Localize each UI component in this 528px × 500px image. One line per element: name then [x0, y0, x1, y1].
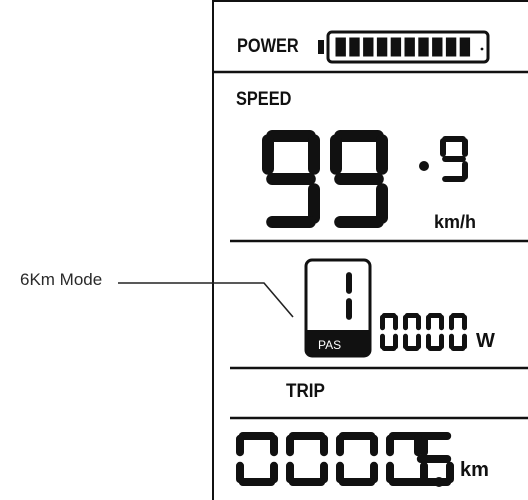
- pas-level-digit: [346, 272, 352, 320]
- display-svg: [118, 0, 528, 500]
- speed-digit-1-segment-g: [334, 173, 384, 185]
- trip-digit-0-segment-d: [238, 478, 276, 486]
- callout-label-6km-mode: 6Km Mode: [20, 270, 103, 289]
- speed-digit-0: [262, 130, 320, 228]
- trip-digit-2-segment-d: [338, 478, 376, 486]
- speed-digit-1-segment-d: [334, 216, 384, 228]
- watts-digit-2-segment-b: [439, 314, 444, 331]
- battery-icon: [318, 30, 490, 64]
- trip-digit-0-segment-b: [270, 434, 278, 457]
- pas-0-segment-b: [346, 272, 352, 294]
- speed-decimal-point: [419, 161, 429, 171]
- speed-decimal-0-segment-g: [442, 156, 466, 162]
- trip-digit-2: [336, 432, 378, 486]
- watts-digit-3-segment-f: [449, 314, 454, 331]
- watts-digit-0-segment-b: [393, 314, 398, 331]
- speed-decimal-0-segment-d: [442, 176, 466, 182]
- trip-decimal-0-segment-g: [416, 455, 452, 463]
- pas-0-segment-c: [346, 298, 352, 320]
- speed-decimal-0-segment-b: [462, 138, 468, 157]
- watts-digit-1-segment-f: [403, 314, 408, 331]
- trip-digit-3-segment-e: [386, 461, 394, 484]
- trip-digit-3-segment-f: [386, 434, 394, 457]
- battery-bar: [335, 37, 346, 57]
- watts-digit-1: [403, 313, 421, 351]
- watts-digit-3-segment-b: [462, 314, 467, 331]
- trip-digit-0-segment-a: [238, 432, 276, 440]
- speed-dot: [419, 161, 429, 171]
- speed-decimal-0-segment-f: [440, 138, 446, 157]
- watts-digit-2-segment-e: [426, 333, 431, 350]
- watts-digit-0: [380, 313, 398, 351]
- trip-digit-1: [286, 432, 328, 486]
- callout-leader-line: [118, 282, 294, 318]
- trip-digit-1-segment-e: [286, 461, 294, 484]
- speed-decimal-0: [440, 136, 468, 182]
- speed-digit-0-segment-d: [266, 216, 316, 228]
- watts-digit-0-segment-e: [380, 333, 385, 350]
- watts-digit-1-segment-e: [403, 333, 408, 350]
- trip-digit-2-segment-e: [336, 461, 344, 484]
- power-unit: W: [476, 330, 495, 352]
- power-label: POWER: [237, 36, 299, 57]
- trip-digit-1-segment-f: [286, 434, 294, 457]
- battery-bar: [459, 37, 471, 57]
- trip-digit-1-segment-a: [288, 432, 326, 440]
- speed-decimal-digit: [440, 136, 468, 182]
- power-watts-digits: [380, 313, 467, 351]
- battery-bar: [349, 37, 360, 57]
- trip-digit-2-segment-a: [338, 432, 376, 440]
- battery-bar: [376, 37, 388, 57]
- battery-bar: [432, 37, 443, 57]
- battery-bar: [363, 37, 374, 57]
- trip-digit-0: [236, 432, 278, 486]
- trip-unit: km: [460, 459, 489, 481]
- trip-digit-0-segment-f: [236, 434, 244, 457]
- watts-digit-2: [426, 313, 444, 351]
- battery-bar: [390, 37, 402, 57]
- watts-digit-3-segment-e: [449, 333, 454, 350]
- pas-0: [346, 272, 352, 320]
- speed-digit-0-segment-f: [262, 134, 274, 175]
- trip-digit-2-segment-f: [336, 434, 344, 457]
- speed-unit: km/h: [434, 212, 477, 232]
- watts-digit-0-segment-f: [380, 314, 385, 331]
- speed-digit-1-segment-b: [376, 134, 388, 175]
- trip-digit-1-segment-d: [288, 478, 326, 486]
- watts-digit-1-segment-b: [416, 314, 421, 331]
- speed-digit-0-segment-g: [266, 173, 316, 185]
- trip-digit-0-segment-e: [236, 461, 244, 484]
- speed-digit-0-segment-b: [308, 134, 320, 175]
- trip-digits: [236, 432, 428, 486]
- lcd-display-diagram: 6Km Mode POWER SPEED km/h PAS W TRIP km: [0, 0, 528, 500]
- trip-digit-1-segment-b: [320, 434, 328, 457]
- trip-decimal-0-segment-d: [416, 478, 452, 486]
- pas-label: PAS: [318, 338, 342, 352]
- speed-label: SPEED: [236, 89, 292, 110]
- speed-digits: [262, 130, 388, 228]
- watts-digit-3: [449, 313, 467, 351]
- trip-digit-2-segment-b: [370, 434, 378, 457]
- battery-bar: [404, 37, 415, 57]
- battery-bar: [418, 37, 429, 57]
- speed-digit-1-segment-f: [330, 134, 342, 175]
- speed-digit-1: [330, 130, 388, 228]
- trip-decimal-0-segment-f: [414, 434, 422, 457]
- battery-bar: [445, 37, 457, 57]
- trip-label: TRIP: [286, 381, 325, 402]
- watts-digit-2-segment-f: [426, 314, 431, 331]
